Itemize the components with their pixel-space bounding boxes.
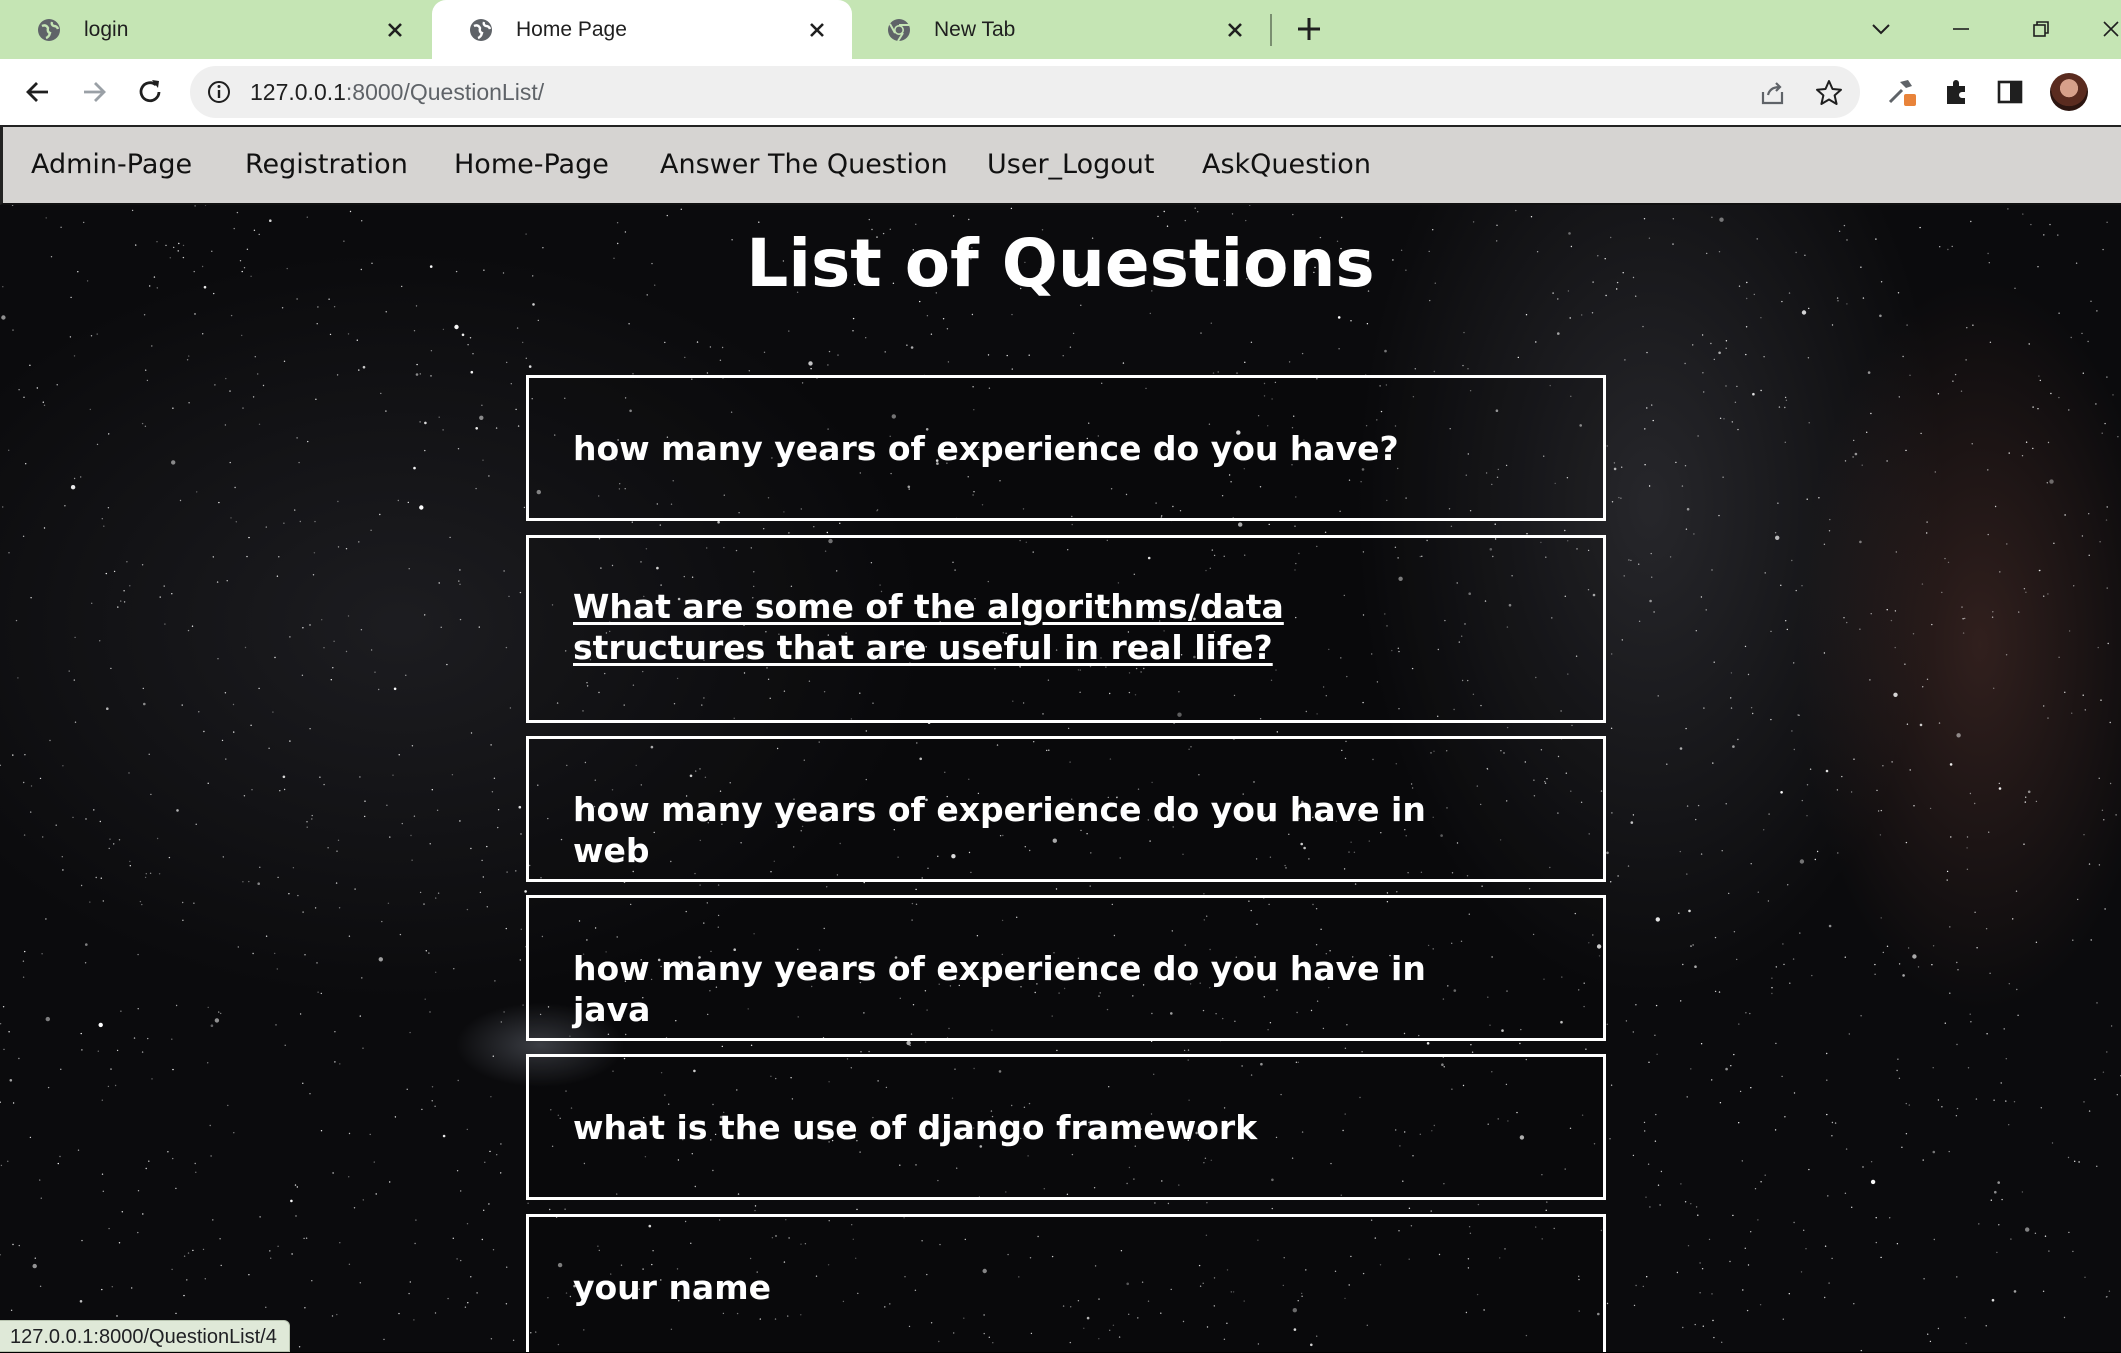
browser-toolbar: 127.0.0.1:8000/QuestionList/ (0, 59, 2121, 125)
site-info-icon[interactable] (206, 79, 232, 105)
restore-icon[interactable] (2026, 14, 2056, 44)
tab-title: New Tab (934, 17, 1016, 41)
tab-title: login (84, 17, 129, 41)
address-bar[interactable]: 127.0.0.1:8000/QuestionList/ (190, 66, 1860, 118)
nav-registration[interactable]: Registration (245, 127, 408, 203)
question-card[interactable]: your name (526, 1214, 1606, 1352)
side-panel-icon[interactable] (1994, 76, 2026, 108)
question-link[interactable]: how many years of experience do you have… (573, 789, 1483, 871)
profile-avatar[interactable] (2050, 73, 2088, 111)
tab-new-tab[interactable]: New Tab (850, 0, 1270, 59)
forward-arrow-icon[interactable] (78, 76, 110, 108)
url-text[interactable]: 127.0.0.1:8000/QuestionList/ (250, 66, 544, 118)
devtools-extension-icon[interactable] (1886, 76, 1918, 108)
tab-home-page[interactable]: Home Page (432, 0, 852, 59)
chrome-icon (886, 17, 912, 43)
back-arrow-icon[interactable] (22, 76, 54, 108)
question-link[interactable]: how many years of experience do you have… (573, 948, 1483, 1030)
tab-title: Home Page (516, 17, 627, 41)
nav-ask-question[interactable]: AskQuestion (1202, 127, 1371, 203)
question-card[interactable]: what is the use of django framework (526, 1054, 1606, 1200)
site-navbar: Admin-Page Registration Home-Page Answer… (0, 125, 2121, 205)
globe-icon (468, 17, 494, 43)
status-bar-url: 127.0.0.1:8000/QuestionList/4 (0, 1320, 290, 1352)
close-icon[interactable] (806, 19, 828, 41)
question-link[interactable]: your name (573, 1267, 1483, 1308)
tab-search-chevron-icon[interactable] (1866, 14, 1896, 44)
close-icon[interactable] (1224, 19, 1246, 41)
nav-user-logout[interactable]: User_Logout (987, 127, 1154, 203)
reload-icon[interactable] (134, 76, 166, 108)
close-icon[interactable] (384, 19, 406, 41)
page-content: Admin-Page Registration Home-Page Answer… (0, 125, 2121, 1352)
extensions-puzzle-icon[interactable] (1940, 76, 1972, 108)
url-path: :8000/QuestionList/ (345, 79, 545, 105)
nav-home-page[interactable]: Home-Page (454, 127, 609, 203)
tab-strip: login Home Page New Tab (0, 0, 2121, 59)
tab-login[interactable]: login (0, 0, 430, 59)
globe-icon (36, 17, 62, 43)
question-link[interactable]: how many years of experience do you have… (573, 428, 1483, 469)
page-title: List of Questions (746, 225, 1375, 302)
question-card[interactable]: how many years of experience do you have… (526, 895, 1606, 1041)
nav-answer-the-question[interactable]: Answer The Question (660, 127, 948, 203)
tab-separator (1270, 14, 1272, 46)
bookmark-star-icon[interactable] (1814, 78, 1844, 108)
url-host: 127.0.0.1 (250, 79, 346, 105)
question-card[interactable]: What are some of the algorithms/data str… (526, 535, 1606, 723)
nav-admin-page[interactable]: Admin-Page (31, 127, 192, 203)
question-link[interactable]: what is the use of django framework (573, 1107, 1483, 1148)
close-window-icon[interactable] (2096, 14, 2121, 44)
new-tab-plus-icon[interactable] (1294, 14, 1324, 44)
question-card[interactable]: how many years of experience do you have… (526, 375, 1606, 521)
question-link[interactable]: What are some of the algorithms/data str… (573, 586, 1483, 668)
minimize-icon[interactable] (1946, 14, 1976, 44)
share-icon[interactable] (1758, 78, 1788, 108)
question-card[interactable]: how many years of experience do you have… (526, 736, 1606, 882)
